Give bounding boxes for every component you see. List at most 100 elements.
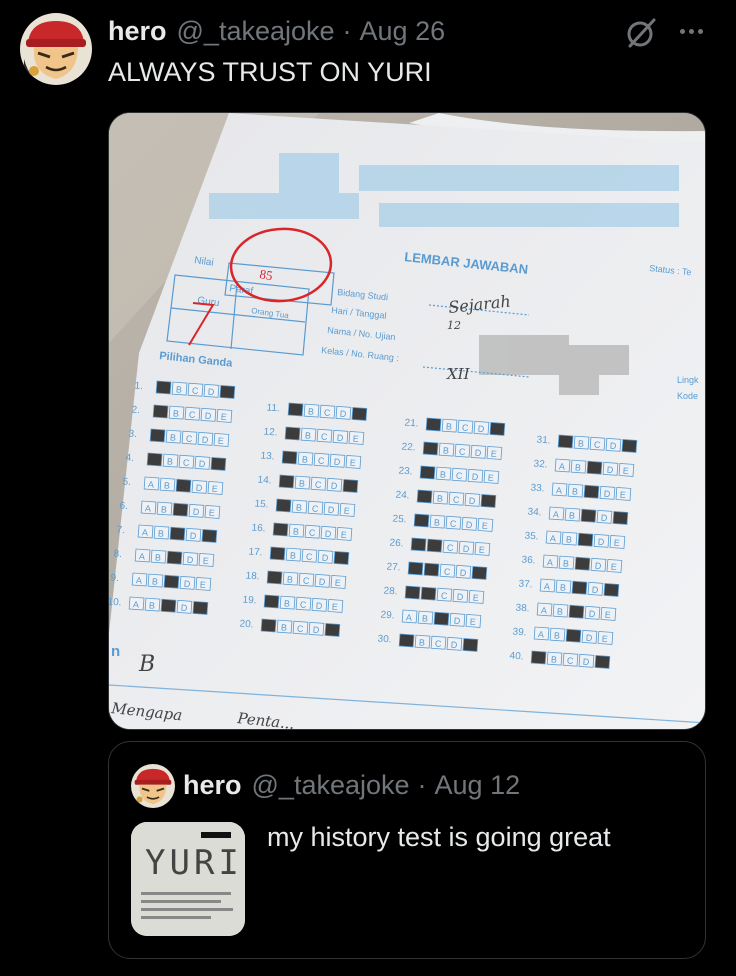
bubble-letter: B <box>575 462 582 472</box>
answer-bubble <box>462 638 479 652</box>
bubble-letter: C <box>309 527 317 537</box>
quoted-author-handle[interactable]: @_takeajoke <box>252 770 410 801</box>
bubble-letter: E <box>199 580 206 590</box>
bubble-letter: D <box>196 483 204 493</box>
answer-bubble <box>149 428 166 443</box>
bubble-letter: C <box>183 457 191 467</box>
side-label: Lingk <box>677 375 699 385</box>
author-name[interactable]: hero <box>108 16 167 47</box>
answer-bubble <box>278 474 295 489</box>
bubble-letter: D <box>181 603 189 613</box>
bubble-letter: D <box>586 633 594 643</box>
bubble-letter: A <box>544 581 551 591</box>
tweet-date[interactable]: Aug 26 <box>360 16 446 47</box>
bubble-letter: B <box>569 510 576 520</box>
question-number: 17. <box>248 546 263 558</box>
bubble-letter: E <box>610 562 617 572</box>
question-number: 38. <box>515 602 530 614</box>
answer-bubble <box>172 502 189 517</box>
question-number: 33. <box>530 482 545 494</box>
bubble-letter: E <box>490 449 497 459</box>
bubble-letter: B <box>440 469 447 479</box>
question-number: 18. <box>245 570 260 582</box>
bubble-letter: D <box>598 537 606 547</box>
bubble-letter: B <box>554 630 561 640</box>
quoted-avatar[interactable] <box>131 764 175 808</box>
bubble-letter: E <box>352 434 359 444</box>
tweet-media-image[interactable]: LEMBAR JAWABAN Status : Te Nilai Paraf G… <box>108 112 706 730</box>
answer-bubble <box>272 522 289 537</box>
bubble-letter: D <box>325 529 333 539</box>
question-number: 4. <box>125 452 134 464</box>
answer-bubble <box>471 566 488 580</box>
quoted-media-thumbnail[interactable]: YURI <box>131 822 245 936</box>
bubble-letter: E <box>211 484 218 494</box>
answer-bubble <box>419 465 436 480</box>
bubble-letter: B <box>434 517 441 527</box>
bubble-letter: D <box>478 424 486 434</box>
bubble-letter: D <box>199 459 207 469</box>
bubble-letter: D <box>184 579 192 589</box>
avatar[interactable] <box>20 13 92 85</box>
quoted-author-name[interactable]: hero <box>183 770 242 801</box>
quoted-tweet[interactable]: hero @_takeajoke · Aug 12 YURI my histor… <box>108 741 706 959</box>
answer-bubble <box>160 598 177 613</box>
question-number: 14. <box>257 474 272 486</box>
bubble-letter: D <box>190 531 198 541</box>
bubble-letter: B <box>164 480 171 490</box>
bubble-letter: B <box>551 654 558 664</box>
answer-bubble <box>284 426 301 441</box>
bubble-letter: C <box>462 422 470 432</box>
bubble-letter: A <box>145 503 152 513</box>
question-number: 7. <box>116 524 125 536</box>
bubble-letter: D <box>472 472 480 482</box>
answer-bubble <box>192 601 209 615</box>
answer-bubble <box>166 550 183 565</box>
bubble-letter: B <box>302 454 309 464</box>
answer-bubble <box>260 618 277 633</box>
bubble-letter: A <box>406 612 413 622</box>
bubble-letter: E <box>343 506 350 516</box>
grok-icon[interactable] <box>624 16 658 50</box>
side-label: Kode <box>677 391 698 401</box>
bubble-letter: B <box>437 493 444 503</box>
bubble-letter: D <box>475 448 483 458</box>
bubble-letter: C <box>441 590 449 600</box>
bubble-letter: D <box>589 609 597 619</box>
answer-bubble <box>530 650 547 665</box>
handwritten-class: XII <box>446 365 471 383</box>
answer-bubble <box>287 402 304 417</box>
bubble-letter: C <box>189 409 197 419</box>
answer-bubble <box>433 611 450 626</box>
bubble-letter: B <box>563 558 570 568</box>
bubble-letter: E <box>349 458 356 468</box>
tweet-header: hero @_takeajoke · Aug 26 <box>108 16 445 47</box>
answer-bubble <box>163 574 180 589</box>
question-number: 16. <box>251 522 266 534</box>
bubble-letter: D <box>337 433 345 443</box>
answer-bubble <box>416 489 433 504</box>
bubble-letter: C <box>453 494 461 504</box>
bubble-letter: B <box>446 421 453 431</box>
answer-bubble <box>580 508 597 523</box>
bubble-letter: B <box>422 613 429 623</box>
bubble-letter: E <box>487 473 494 483</box>
question-number: 35. <box>524 530 539 542</box>
quoted-date[interactable]: Aug 12 <box>435 770 521 801</box>
bubble-letter: D <box>454 616 462 626</box>
bubble-letter: A <box>556 485 563 495</box>
bubble-letter: B <box>155 552 162 562</box>
question-number: 21. <box>404 417 419 429</box>
bubble-letter: B <box>170 432 177 442</box>
bubble-letter: C <box>447 542 455 552</box>
answer-bubble <box>146 452 163 467</box>
more-icon[interactable] <box>674 16 708 46</box>
author-handle[interactable]: @_takeajoke <box>177 16 335 47</box>
bubble-letter: C <box>300 599 308 609</box>
bubble-letter: D <box>592 585 600 595</box>
question-number: 37. <box>518 578 533 590</box>
answer-bubble <box>404 585 421 600</box>
answer-bubble <box>420 586 437 601</box>
answer-bubble <box>603 583 620 597</box>
answer-bubble <box>324 623 341 637</box>
